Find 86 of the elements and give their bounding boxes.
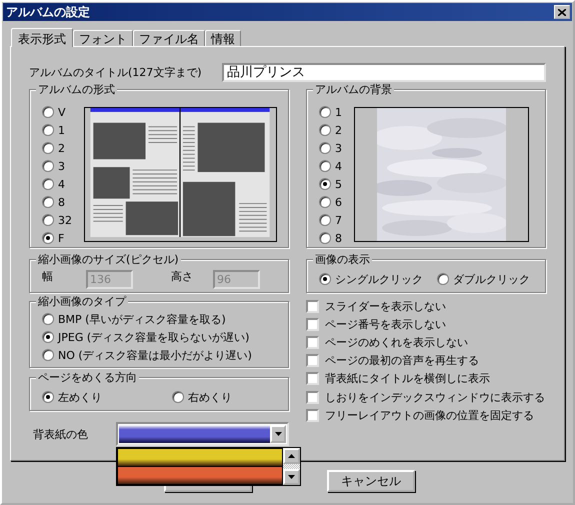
radio-circle[interactable] (42, 160, 54, 172)
checkbox[interactable] (306, 372, 319, 386)
radio-circle[interactable] (319, 178, 331, 190)
radio-circle[interactable] (437, 273, 449, 285)
radio-circle[interactable] (319, 232, 331, 244)
checkbox-option[interactable]: ページのめくれを表示しない (306, 333, 545, 352)
checkbox-option[interactable]: スライダーを表示しない (306, 297, 545, 316)
radio-circle[interactable] (42, 142, 54, 154)
radio-circle[interactable] (42, 214, 54, 226)
background-option[interactable]: 8 (319, 229, 342, 247)
checkbox-option[interactable]: フリーレイアウトの画像の位置を固定する (306, 406, 545, 424)
radio-circle[interactable] (42, 196, 54, 208)
group-label: 画像の表示 (313, 252, 372, 267)
group-label: 縮小画像のサイズ(ピクセル) (36, 252, 181, 267)
type-option[interactable]: NO (ディスク容量は最小だがより遅い) (42, 346, 288, 364)
title-label: アルバムのタイトル(127文字まで) (29, 64, 202, 80)
checkbox[interactable] (306, 408, 319, 422)
tab[interactable]: ファイル名 (133, 30, 205, 46)
tab[interactable]: 情報 (205, 30, 241, 46)
background-option[interactable]: 3 (319, 139, 342, 157)
radio-circle[interactable] (319, 124, 331, 136)
display-option[interactable]: シングルクリック (319, 270, 423, 288)
checkbox[interactable] (306, 354, 319, 368)
format-option[interactable]: F (42, 229, 72, 247)
radio-circle[interactable] (42, 124, 54, 136)
background-option[interactable]: 7 (319, 211, 342, 229)
tab[interactable]: 表示形式 (11, 28, 73, 47)
up-arrow-icon (288, 454, 295, 458)
size-label: 幅 (42, 268, 54, 284)
background-option[interactable]: 1 (319, 103, 342, 121)
size-label: 高さ (171, 268, 194, 284)
format-option[interactable]: 3 (42, 157, 72, 175)
radio-circle[interactable] (319, 196, 331, 208)
group-label: アルバムの背景 (313, 82, 394, 97)
color-option[interactable] (118, 467, 282, 484)
radio-circle[interactable] (319, 273, 331, 285)
checkbox[interactable] (306, 390, 319, 404)
display-option[interactable]: ダブルクリック (437, 270, 530, 288)
background-option[interactable]: 6 (319, 193, 342, 211)
checkbox-option[interactable]: 背表紙にタイトルを横倒しに表示 (306, 370, 545, 388)
close-button[interactable] (554, 5, 570, 19)
radio-circle[interactable] (42, 313, 54, 325)
tab[interactable]: フォント (73, 30, 133, 46)
background-option[interactable]: 4 (319, 157, 342, 175)
dropdown-button[interactable] (270, 425, 286, 443)
window-title: アルバムの設定 (6, 4, 90, 20)
group-label: アルバムの形式 (36, 82, 117, 97)
checkbox-option[interactable]: ページ番号を表示しない (306, 315, 545, 334)
direction-option[interactable]: 左めくり (42, 388, 102, 406)
checkbox[interactable] (306, 318, 319, 331)
radio-circle[interactable] (319, 214, 331, 226)
radio-circle[interactable] (172, 391, 184, 403)
group-label: ページをめくる方向 (36, 370, 139, 385)
format-option[interactable]: 8 (42, 193, 72, 211)
radio-circle[interactable] (42, 391, 54, 403)
checkbox[interactable] (306, 336, 319, 349)
caret-icon (274, 432, 282, 436)
radio-circle[interactable] (319, 142, 331, 154)
format-option[interactable]: 32 (42, 211, 72, 229)
checkbox-option[interactable]: しおりをインデックスウィンドウに表示する (306, 388, 545, 406)
radio-circle[interactable] (42, 331, 54, 343)
radio-circle[interactable] (319, 160, 331, 172)
checkbox[interactable] (306, 300, 319, 313)
cancel-button[interactable]: キャンセル (327, 470, 415, 492)
group-label: 縮小画像のタイプ (36, 294, 128, 309)
radio-circle[interactable] (42, 178, 54, 190)
radio-circle[interactable] (42, 106, 54, 118)
spine-color-label: 背表紙の色 (33, 426, 88, 442)
close-icon (558, 8, 566, 16)
type-option[interactable]: BMP (早いがディスク容量を取る) (42, 310, 288, 328)
background-option[interactable]: 2 (319, 121, 342, 139)
down-arrow-icon (288, 475, 295, 479)
scrollbar[interactable] (283, 448, 300, 485)
format-option[interactable]: V (42, 103, 72, 121)
color-option[interactable] (118, 449, 282, 466)
checkbox-option[interactable]: ページの最初の音声を再生する (306, 352, 545, 370)
format-option[interactable]: 4 (42, 175, 72, 193)
title-input-field[interactable]: 品川プリンス (222, 62, 546, 82)
radio-circle[interactable] (42, 232, 54, 244)
direction-option[interactable]: 右めくり (172, 388, 232, 406)
format-option[interactable]: 2 (42, 139, 72, 157)
type-option[interactable]: JPEG (ディスク容量を取らないが遅い) (42, 328, 288, 346)
radio-circle[interactable] (42, 349, 54, 361)
format-option[interactable]: 1 (42, 121, 72, 139)
background-option[interactable]: 5 (319, 175, 342, 193)
radio-circle[interactable] (319, 106, 331, 118)
